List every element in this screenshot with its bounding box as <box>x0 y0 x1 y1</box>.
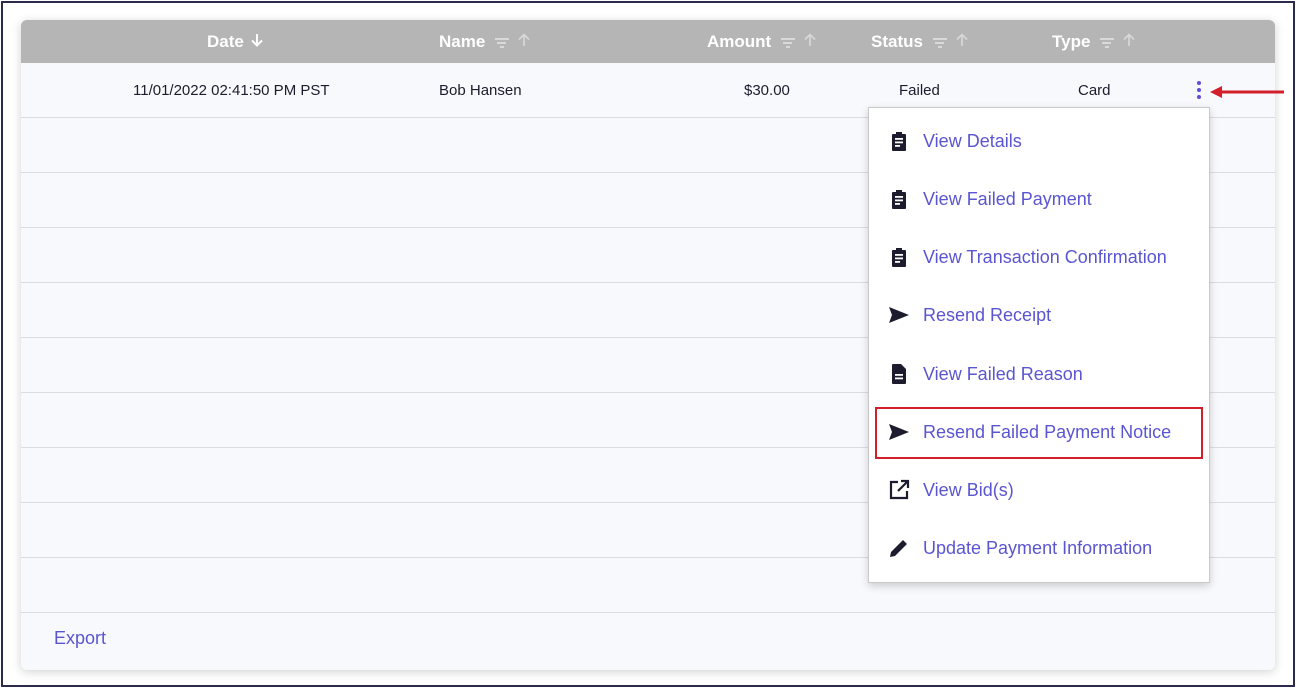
filter-icon[interactable] <box>1100 37 1115 48</box>
send-icon <box>889 307 909 323</box>
clipboard-icon <box>892 132 906 151</box>
arrow-down-icon[interactable] <box>250 32 264 52</box>
row-actions-menu: View Details View Failed Payment View Tr… <box>868 107 1210 583</box>
cell-name: Bob Hansen <box>439 81 522 99</box>
clipboard-icon <box>892 190 906 209</box>
column-header-name[interactable]: Name <box>439 20 531 63</box>
external-link-icon <box>889 479 910 500</box>
send-icon <box>889 424 909 440</box>
cell-amount: $30.00 <box>744 81 790 99</box>
table-header: Date Name Amount Status Type <box>21 20 1275 63</box>
menu-item-view-failed-reason[interactable]: View Failed Reason <box>869 349 1209 399</box>
more-actions-icon[interactable] <box>1193 79 1205 101</box>
menu-item-view-transaction-confirmation[interactable]: View Transaction Confirmation <box>869 232 1209 282</box>
arrow-up-icon[interactable] <box>955 32 969 52</box>
column-header-type[interactable]: Type <box>1052 20 1136 63</box>
pencil-icon <box>890 540 907 557</box>
arrow-up-icon[interactable] <box>803 32 817 52</box>
menu-item-view-bids[interactable]: View Bid(s) <box>869 465 1209 515</box>
arrow-up-icon[interactable] <box>517 32 531 52</box>
export-link[interactable]: Export <box>54 628 106 649</box>
menu-item-resend-failed-payment-notice[interactable]: Resend Failed Payment Notice <box>869 407 1209 457</box>
column-header-amount[interactable]: Amount <box>707 20 817 63</box>
column-header-status[interactable]: Status <box>871 20 969 63</box>
filter-icon[interactable] <box>932 37 947 48</box>
column-header-date[interactable]: Date <box>207 20 264 63</box>
menu-item-view-failed-payment[interactable]: View Failed Payment <box>869 174 1209 224</box>
filter-icon[interactable] <box>495 37 510 48</box>
annotation-arrow-icon <box>1210 86 1284 98</box>
document-icon <box>892 364 906 384</box>
arrow-up-icon[interactable] <box>1122 32 1136 52</box>
cell-date: 11/01/2022 02:41:50 PM PST <box>133 81 330 99</box>
menu-item-view-details[interactable]: View Details <box>869 116 1209 166</box>
menu-item-update-payment-information[interactable]: Update Payment Information <box>869 523 1209 573</box>
clipboard-icon <box>892 248 906 267</box>
filter-icon[interactable] <box>781 37 796 48</box>
menu-item-resend-receipt[interactable]: Resend Receipt <box>869 290 1209 340</box>
